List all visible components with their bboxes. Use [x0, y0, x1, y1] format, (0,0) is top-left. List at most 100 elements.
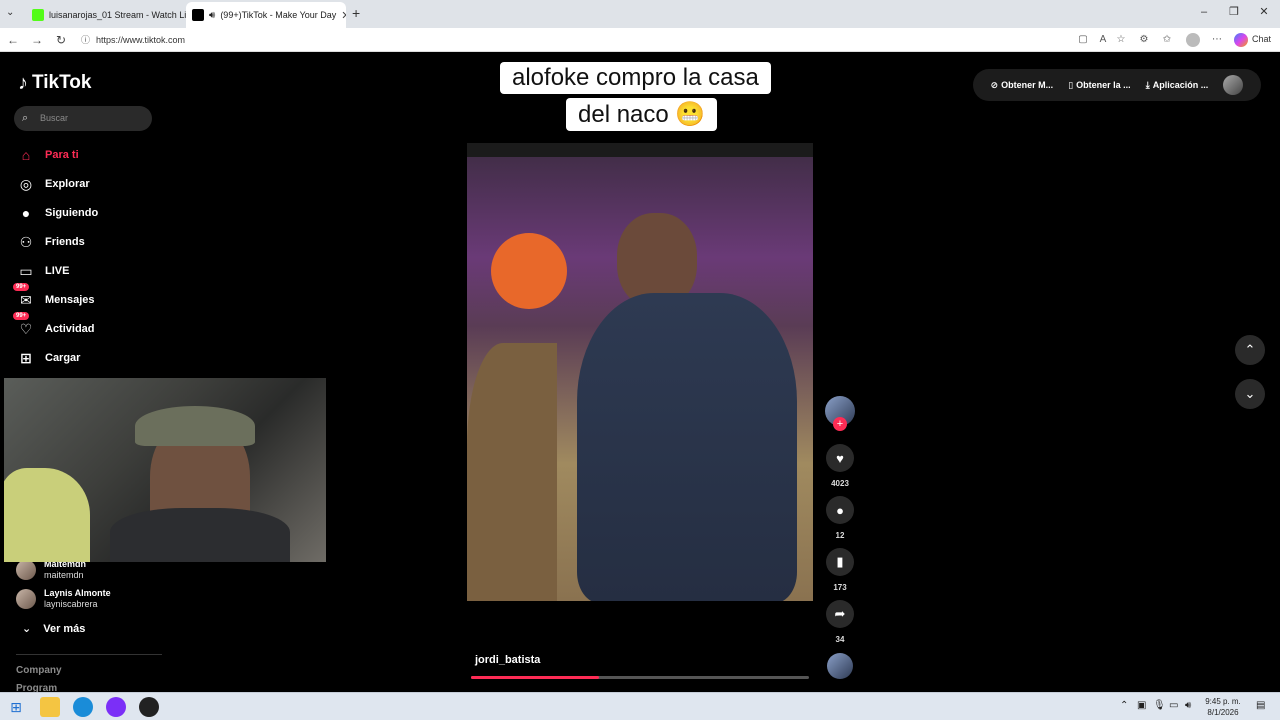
new-tab-button[interactable]: + — [352, 5, 360, 21]
footer-link-program[interactable]: Program — [16, 683, 57, 692]
video-progress-bar[interactable] — [471, 676, 809, 679]
meet-now-icon[interactable]: ▣ — [1137, 700, 1146, 711]
following-name: Laynis Almonte — [44, 588, 111, 598]
following-item[interactable]: Laynis Almonte layniscabrera — [16, 586, 111, 612]
like-count: 4023 — [831, 479, 849, 488]
chevron-up-icon[interactable]: ⌃ — [1120, 700, 1128, 711]
tiktok-logo[interactable]: ♪ TikTok — [18, 70, 91, 96]
sidebar-item-label: Cargar — [45, 352, 81, 364]
sidebar-item-label: Para ti — [45, 149, 79, 161]
sidebar-item-explorar[interactable]: ◎ Explorar — [16, 173, 90, 195]
notifications-icon[interactable]: ▤ — [1256, 700, 1265, 711]
see-more-button[interactable]: ⌄ Ver más — [22, 622, 86, 636]
like-button[interactable]: ♥ — [826, 444, 854, 472]
video-progress-fill — [471, 676, 600, 679]
split-screen-icon[interactable]: ▢ — [1076, 33, 1090, 47]
back-icon[interactable]: ← — [5, 32, 21, 48]
profile-avatar-icon[interactable] — [1186, 33, 1200, 47]
previous-video-button[interactable]: ⌃ — [1235, 335, 1265, 365]
get-coins-button[interactable]: ⊘ Obtener M... — [991, 80, 1054, 91]
pillow — [4, 468, 90, 562]
phone-icon: ▯ — [1068, 79, 1074, 90]
microphone-icon[interactable]: 🎙︎ — [1153, 700, 1166, 711]
upload-icon: ⊞ — [20, 349, 32, 366]
browser-tab-kick[interactable]: luisanarojas_01 Stream - Watch Li ✕ — [26, 2, 186, 28]
copilot-icon[interactable] — [1234, 33, 1248, 47]
sidebar-item-mensajes[interactable]: ✉ 99+ Mensajes — [13, 283, 95, 311]
edge-browser-icon[interactable] — [73, 697, 93, 717]
close-tab-icon[interactable]: ✕ — [341, 9, 346, 22]
get-coins-label: Obtener M... — [1001, 80, 1054, 90]
following-username: layniscabrera — [44, 599, 98, 609]
site-info-icon[interactable]: ⓘ — [81, 31, 90, 49]
share-button[interactable]: ➦ — [826, 600, 854, 628]
refresh-icon[interactable]: ↻ — [53, 32, 69, 48]
translate-icon[interactable]: A — [1096, 33, 1110, 47]
next-video-button[interactable]: ⌄ — [1235, 379, 1265, 409]
streamer-hoodie — [110, 508, 290, 562]
video-caption-line-1: alofoke compro la casa — [500, 62, 771, 94]
sidebar-item-siguiendo[interactable]: ● Siguiendo — [16, 202, 98, 224]
tab-list-chevron-icon[interactable]: ⌄ — [6, 7, 14, 18]
obs-icon[interactable] — [139, 697, 159, 717]
chevron-down-icon: ⌄ — [1244, 386, 1256, 401]
notification-badge: 99+ — [13, 312, 30, 320]
desktop-app-label: Aplicación ... — [1152, 80, 1209, 90]
logo-text: TikTok — [32, 72, 92, 93]
sidebar-item-label: Explorar — [45, 178, 90, 190]
network-icon[interactable]: ▭ — [1169, 700, 1178, 711]
sidebar-item-live[interactable]: ▭ LIVE — [16, 260, 69, 282]
chat-button[interactable]: Chat — [1252, 34, 1271, 44]
sidebar-item-para-ti[interactable]: ⌂ Para ti — [16, 144, 79, 166]
save-count: 173 — [833, 583, 847, 592]
save-button[interactable]: ▮ — [826, 548, 854, 576]
avatar — [16, 560, 36, 580]
comment-button[interactable]: ● — [826, 496, 854, 524]
video-player[interactable] — [467, 143, 813, 601]
volume-icon[interactable]: 🔊︎ — [1185, 700, 1191, 711]
live-tv-icon: ▭ — [19, 262, 33, 279]
couch — [467, 343, 557, 601]
see-more-label: Ver más — [43, 622, 86, 635]
video-username[interactable]: jordi_batista — [475, 654, 540, 666]
tiktok-page: ♪ TikTok ⌕ Buscar Maitemdn maitemdn Layn… — [4, 52, 1277, 692]
get-app-button[interactable]: ▯ Obtener la ... — [1068, 80, 1130, 91]
sound-disc-avatar[interactable] — [827, 653, 853, 679]
share-arrow-icon: ➦ — [834, 606, 846, 621]
favorite-star-icon[interactable]: ☆ — [1114, 33, 1128, 47]
follow-plus-icon[interactable]: + — [833, 417, 847, 431]
windows-start-icon[interactable]: ⊞ — [6, 697, 26, 717]
sidebar-item-friends[interactable]: ⚇ Friends — [16, 231, 85, 253]
chevron-up-icon: ⌃ — [1244, 342, 1256, 357]
restore-icon[interactable]: ❐ — [1224, 4, 1244, 20]
notification-badge: 99+ — [13, 283, 30, 291]
forward-icon[interactable]: → — [29, 32, 45, 48]
url-field[interactable]: ⓘ https://www.tiktok.com — [76, 31, 1166, 49]
close-window-icon[interactable]: ✕ — [1254, 4, 1274, 20]
sidebar-item-cargar[interactable]: ⊞ Cargar — [16, 347, 80, 369]
tab-title: (99+)TikTok - Make Your Day — [220, 10, 337, 20]
taskbar-clock[interactable]: 9:45 p. m. 8/1/2026 — [1198, 696, 1248, 718]
video-top-shelf — [467, 143, 813, 157]
compass-icon: ◎ — [19, 175, 33, 192]
extensions-icon[interactable]: ⚙ — [1137, 33, 1151, 47]
more-menu-icon[interactable]: ⋯ — [1210, 33, 1224, 47]
speaker-icon[interactable]: 🔊︎ — [209, 10, 215, 21]
footer-link-company[interactable]: Company — [16, 665, 62, 676]
profile-avatar[interactable] — [1223, 75, 1244, 95]
search-icon: ⌕ — [22, 112, 29, 124]
browser-tab-tiktok[interactable]: 🔊︎ (99+)TikTok - Make Your Day ✕ — [186, 2, 346, 28]
streamer-cap — [135, 406, 255, 446]
chrome-icon[interactable] — [106, 697, 126, 717]
kick-favicon-icon — [32, 9, 44, 21]
equis-pica-pollo-logo — [491, 233, 567, 309]
file-explorer-icon[interactable] — [40, 697, 60, 717]
home-icon: ⌂ — [21, 147, 31, 163]
sidebar-item-actividad[interactable]: ♡ 99+ Actividad — [13, 312, 95, 340]
avatar — [16, 589, 36, 609]
search-input[interactable]: ⌕ Buscar — [14, 106, 152, 131]
minimize-icon[interactable]: – — [1194, 4, 1214, 20]
search-placeholder: Buscar — [40, 113, 69, 123]
favorites-icon[interactable]: ✩ — [1160, 33, 1174, 47]
desktop-app-button[interactable]: ⤓ Aplicación ... — [1146, 80, 1209, 91]
